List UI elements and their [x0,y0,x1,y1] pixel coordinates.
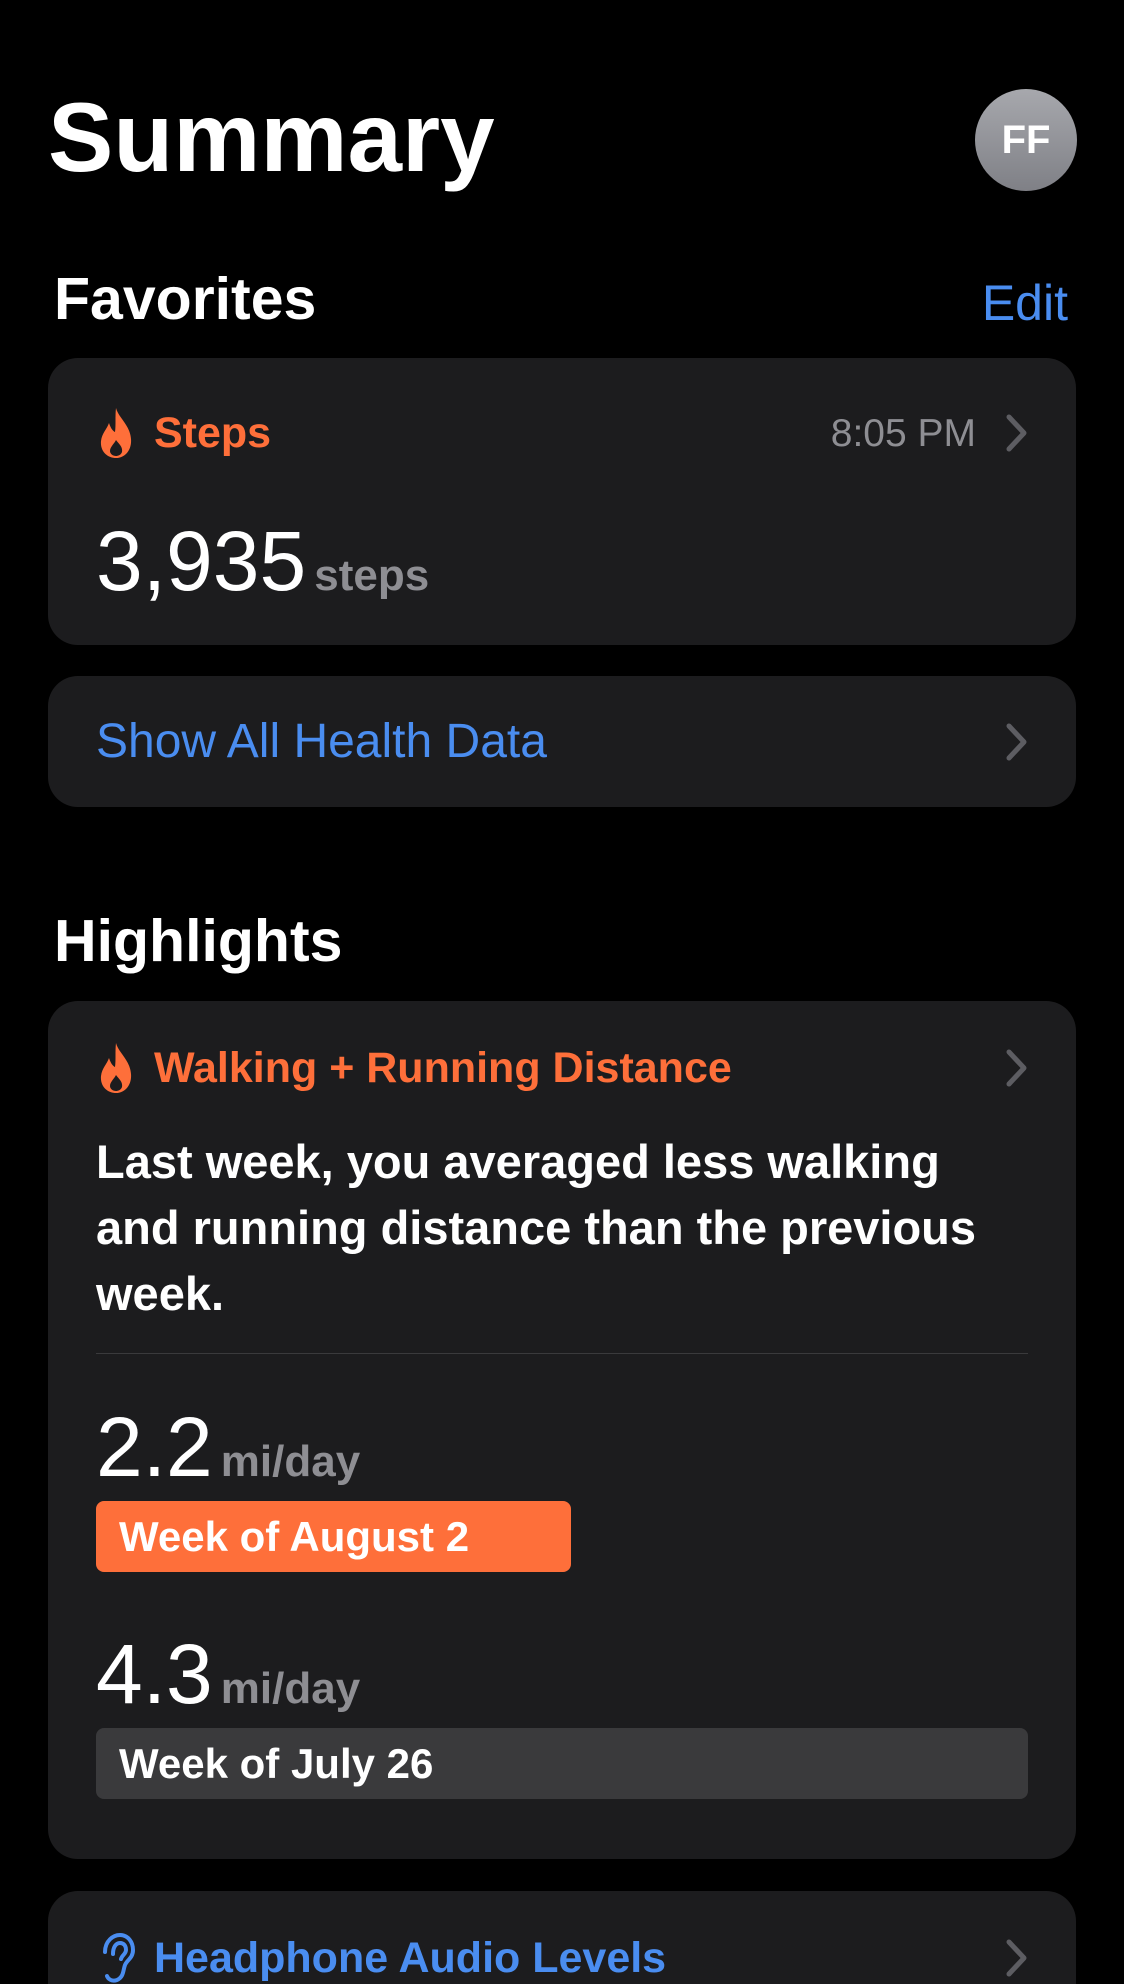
show-all-link-row: Show All Health Data [96,676,1028,807]
edit-favorites-button[interactable]: Edit [982,278,1068,328]
current-week-unit: mi/day [220,1437,361,1486]
current-week-bar: Week of August 2 [96,1501,571,1572]
show-all-health-data-row[interactable]: Show All Health Data [48,676,1076,807]
avatar-initials: FF [1001,117,1051,162]
page-title: Summary [48,82,495,192]
previous-week-unit: mi/day [220,1664,361,1713]
walking-running-distance-card[interactable]: Walking + Running Distance Last week, yo… [48,1001,1076,1859]
card-divider [96,1353,1028,1354]
previous-week-value: 4.3 [96,1627,213,1721]
health-summary-screen: Summary FF Favorites Edit Steps 8:05 PM … [0,0,1124,1984]
favorites-section-title: Favorites [54,266,317,332]
show-all-health-data-label: Show All Health Data [96,714,547,768]
audio-card-header: Headphone Audio Levels [96,1923,1028,1984]
previous-week-bar: Week of July 26 [96,1728,1028,1799]
distance-label: Walking + Running Distance [154,1043,732,1092]
previous-week-label: Week of July 26 [119,1739,434,1787]
ear-icon [103,1932,136,1983]
highlights-section-title: Highlights [54,908,343,974]
steps-card[interactable]: Steps 8:05 PM 3,935 steps [48,358,1076,645]
steps-value: 3,935 [96,514,307,608]
distance-summary-text: Last week, you averaged less walking and… [96,1135,977,1320]
previous-week-value-row: 4.3 mi/day [96,1632,360,1716]
steps-value-row: 3,935 steps [96,519,429,603]
audio-label: Headphone Audio Levels [154,1933,667,1982]
chevron-right-icon [1006,1049,1027,1087]
steps-timestamp: 8:05 PM [830,411,976,455]
steps-label: Steps [154,408,272,457]
flame-icon [100,408,132,458]
current-week-value: 2.2 [96,1400,213,1494]
chevron-right-icon [1006,723,1027,760]
current-week-label: Week of August 2 [119,1512,470,1560]
profile-avatar[interactable]: FF [975,89,1077,191]
chevron-right-icon [1006,1939,1027,1977]
steps-unit: steps [314,551,430,600]
headphone-audio-levels-card[interactable]: Headphone Audio Levels [48,1891,1076,1984]
steps-card-header: Steps 8:05 PM [96,398,1028,468]
current-week-value-row: 2.2 mi/day [96,1405,360,1489]
chevron-right-icon [1006,414,1027,452]
distance-card-header: Walking + Running Distance [96,1033,1028,1103]
flame-icon [100,1043,132,1093]
